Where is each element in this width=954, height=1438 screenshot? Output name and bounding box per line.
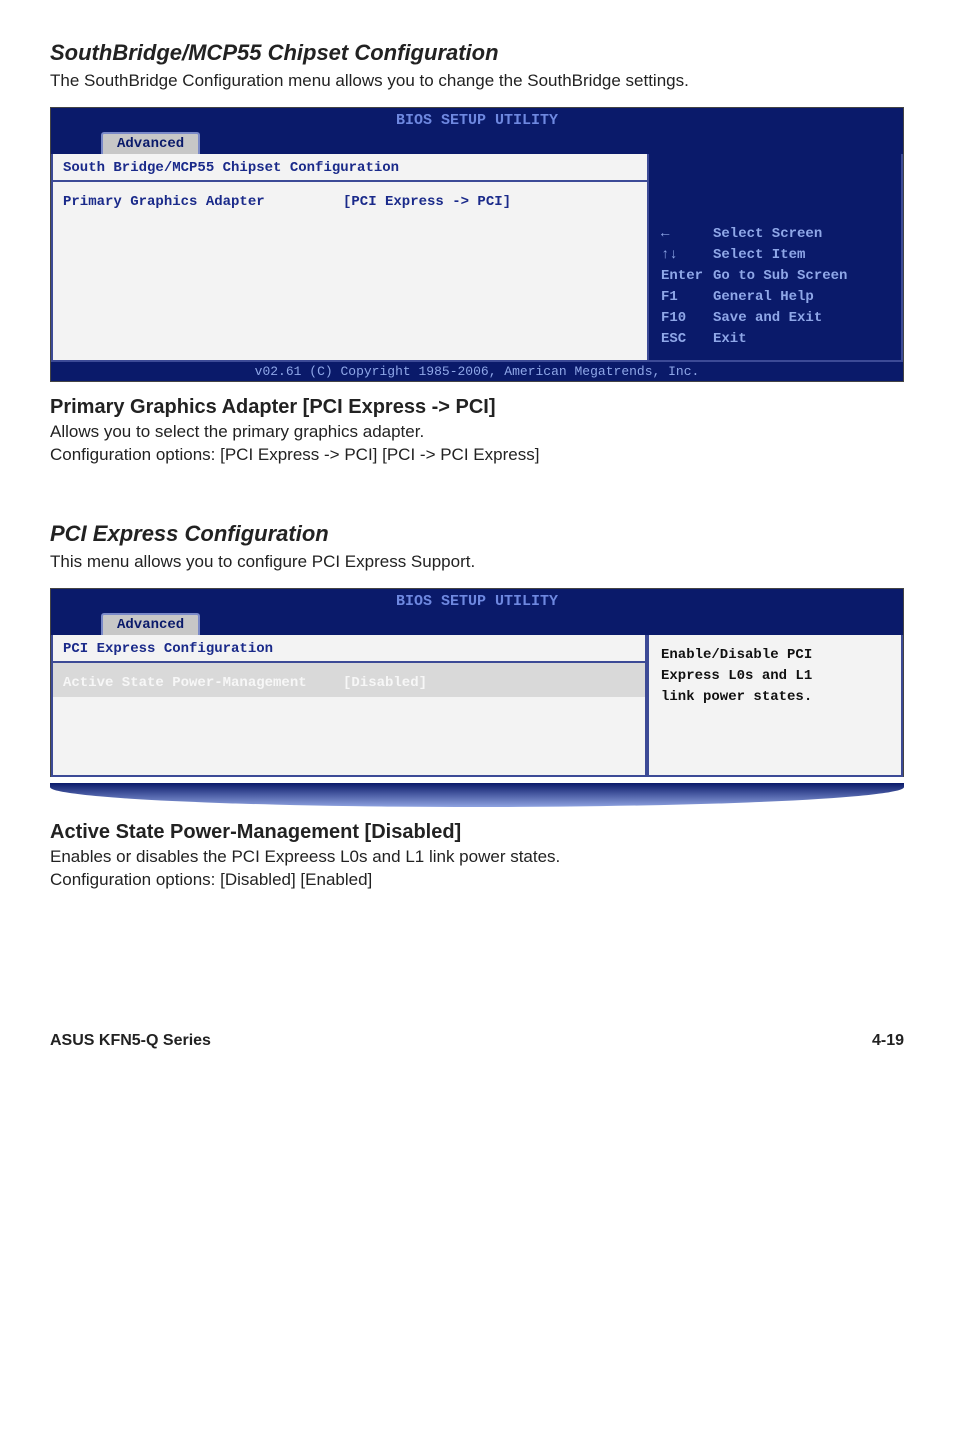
legend-subscreen: Go to Sub Screen <box>713 266 847 287</box>
key-left-right-icon: ← <box>661 224 705 245</box>
section-pciexpress-desc: This menu allows you to configure PCI Ex… <box>50 551 904 574</box>
key-enter: Enter <box>661 266 705 287</box>
bios-screenshot-pciexpress: BIOS SETUP UTILITY Advanced PCI Express … <box>50 588 904 777</box>
option-active-state-options: Configuration options: [Disabled] [Enabl… <box>50 869 904 892</box>
bios-legend-panel: ← Select Screen ↑↓ Select Item Enter Go to … <box>649 154 903 362</box>
option-primary-graphics-options: Configuration options: [PCI Express -> P… <box>50 444 904 467</box>
bios-header: BIOS SETUP UTILITY Advanced <box>51 589 903 635</box>
footer-page-number: 4-19 <box>872 1032 904 1050</box>
row-label: Primary Graphics Adapter <box>63 194 343 210</box>
bios-header: BIOS SETUP UTILITY Advanced <box>51 108 903 154</box>
legend-select-screen: Select Screen <box>713 224 822 245</box>
legend-exit: Exit <box>713 329 747 350</box>
bios-left-panel: South Bridge/MCP55 Chipset Configuration… <box>51 154 649 362</box>
key-up-down-icon: ↑↓ <box>661 245 705 266</box>
key-f1: F1 <box>661 287 705 308</box>
option-active-state-title: Active State Power-Management [Disabled] <box>50 821 904 844</box>
legend-save: Save and Exit <box>713 308 822 329</box>
bios-left-panel: PCI Express Configuration Active State P… <box>51 635 647 777</box>
help-line: link power states. <box>661 687 891 708</box>
help-line: Enable/Disable PCI <box>661 645 891 666</box>
bios-screenshot-southbridge: BIOS SETUP UTILITY Advanced South Bridge… <box>50 107 904 382</box>
bios-help-panel: Enable/Disable PCI Express L0s and L1 li… <box>647 635 903 777</box>
bios-tab-advanced: Advanced <box>101 613 200 635</box>
section-pciexpress-title: PCI Express Configuration <box>50 521 904 547</box>
option-primary-graphics-title: Primary Graphics Adapter [PCI Express ->… <box>50 396 904 419</box>
option-active-state-desc: Enables or disables the PCI Expreess L0s… <box>50 846 904 869</box>
section-southbridge-title: SouthBridge/MCP55 Chipset Configuration <box>50 40 904 66</box>
help-line: Express L0s and L1 <box>661 666 891 687</box>
bios-tab-advanced: Advanced <box>101 132 200 154</box>
row-label: Active State Power-Management <box>63 675 343 691</box>
bios-row-primary-graphics: Primary Graphics Adapter [PCI Express ->… <box>53 182 647 216</box>
row-value: [Disabled] <box>343 675 427 691</box>
legend-help: General Help <box>713 287 814 308</box>
page-footer: ASUS KFN5-Q Series 4-19 <box>50 1032 904 1050</box>
bios-panel-title: PCI Express Configuration <box>53 635 645 659</box>
bios-header-title: BIOS SETUP UTILITY <box>51 110 903 129</box>
key-esc: ESC <box>661 329 705 350</box>
option-primary-graphics-desc: Allows you to select the primary graphic… <box>50 421 904 444</box>
bios-copyright: v02.61 (C) Copyright 1985-2006, American… <box>51 362 903 381</box>
key-f10: F10 <box>661 308 705 329</box>
legend-select-item: Select Item <box>713 245 805 266</box>
bios-row-active-state: Active State Power-Management [Disabled] <box>53 663 645 697</box>
row-value: [PCI Express -> PCI] <box>343 194 511 210</box>
footer-product: ASUS KFN5-Q Series <box>50 1032 211 1050</box>
decorative-wave <box>50 783 904 807</box>
bios-header-title: BIOS SETUP UTILITY <box>51 591 903 610</box>
section-southbridge-desc: The SouthBridge Configuration menu allow… <box>50 70 904 93</box>
bios-panel-title: South Bridge/MCP55 Chipset Configuration <box>53 154 647 178</box>
